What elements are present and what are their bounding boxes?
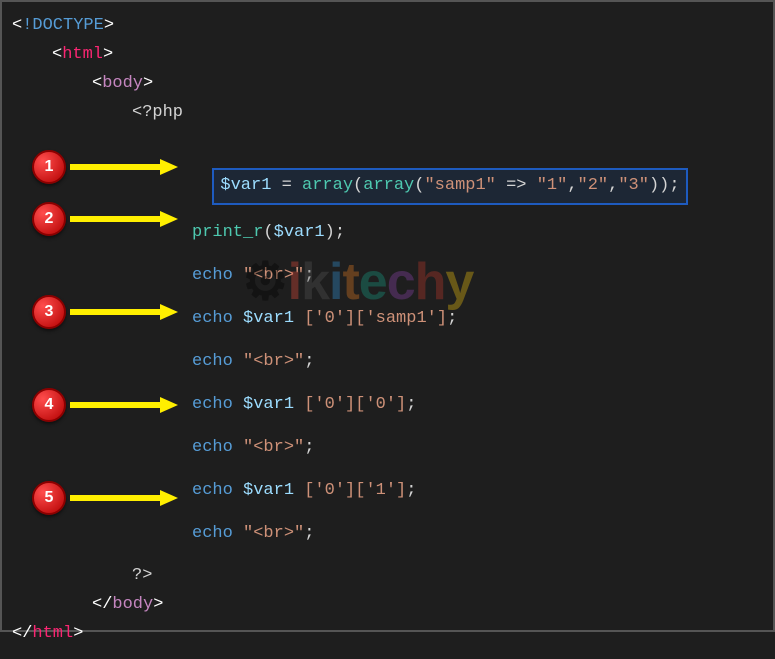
line-echo-br-1: echo "<br>";: [12, 262, 773, 291]
arrow-1: [70, 157, 180, 177]
callout-4: 4: [32, 388, 66, 422]
arrow-3: [70, 302, 180, 322]
line-php-close: ?>: [12, 562, 773, 591]
line-body-close: </body>: [12, 591, 773, 620]
line-doctype: <!DOCTYPE>: [12, 12, 773, 41]
line-body-open: <body>: [12, 70, 773, 99]
callout-2: 2: [32, 202, 66, 236]
highlight-box: $var1 = array(array("samp1" => "1","2","…: [212, 168, 687, 205]
line-html-close: </html>: [12, 620, 773, 649]
line-html-open: <html>: [12, 41, 773, 70]
arrow-4: [70, 395, 180, 415]
code-block: <!DOCTYPE> <html> <body> <?php $var1 = a…: [2, 2, 773, 659]
callout-5: 5: [32, 481, 66, 515]
line-echo-br-2: echo "<br>";: [12, 348, 773, 377]
callout-1: 1: [32, 150, 66, 184]
callout-3: 3: [32, 295, 66, 329]
line-echo-br-4: echo "<br>";: [12, 520, 773, 549]
line-echo-br-3: echo "<br>";: [12, 434, 773, 463]
line-php-open: <?php: [12, 99, 773, 128]
arrow-5: [70, 488, 180, 508]
arrow-2: [70, 209, 180, 229]
